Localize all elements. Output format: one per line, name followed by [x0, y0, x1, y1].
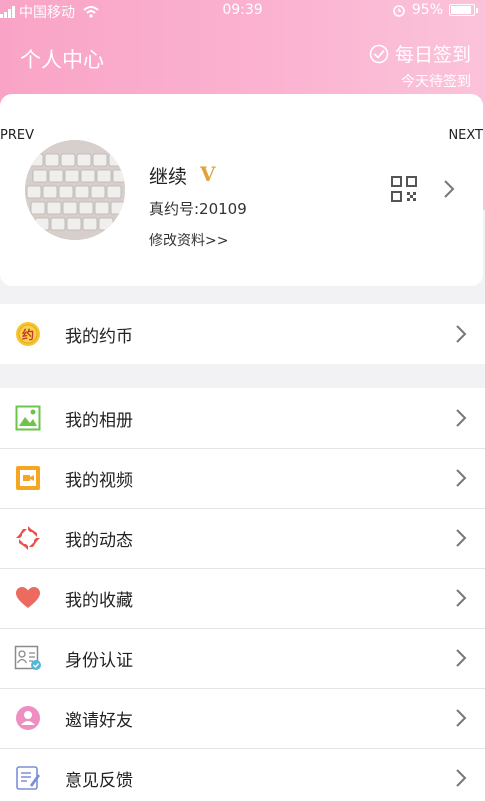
video-icon — [14, 464, 42, 492]
chevron-right-icon — [456, 325, 467, 343]
coins-section: 约 我的约币 — [0, 304, 485, 364]
menu-item-label: 我的相册 — [65, 410, 133, 431]
menu-item-label: 我的收藏 — [65, 590, 133, 611]
chevron-right-icon — [456, 649, 467, 667]
page-title: 个人中心 — [20, 48, 104, 72]
qr-code-icon[interactable] — [390, 175, 418, 203]
avatar[interactable] — [25, 140, 125, 240]
menu-item-album[interactable]: 我的相册 — [0, 388, 485, 448]
menu-item-invite[interactable]: 邀请好友 — [0, 688, 485, 748]
menu-item-verification[interactable]: 身份认证 — [0, 628, 485, 688]
battery-percent: 95% — [411, 2, 443, 18]
checkin-status: 今天待签到 — [401, 74, 471, 90]
chevron-right-icon — [456, 589, 467, 607]
battery-icon — [449, 4, 478, 16]
status-bar: 中国移动 09:39 95% — [0, 0, 485, 22]
prev-button[interactable]: PREV — [0, 128, 34, 143]
menu-item-coins[interactable]: 约 我的约币 — [0, 304, 485, 364]
coin-icon: 约 — [14, 320, 42, 348]
profile-chevron-right-icon[interactable] — [441, 178, 457, 200]
menu-item-favorites[interactable]: 我的收藏 — [0, 568, 485, 628]
menu-list: 我的相册 我的视频 我的动态 我的收藏 身份认证 邀请好友 意见反馈 — [0, 388, 485, 801]
keyboard-photo — [25, 140, 125, 240]
feedback-icon — [14, 764, 42, 792]
invite-friend-icon — [14, 704, 42, 732]
menu-item-label: 我的约币 — [65, 326, 133, 347]
photo-album-icon — [14, 404, 42, 432]
menu-item-label: 身份认证 — [65, 650, 133, 671]
daily-checkin-button[interactable]: 每日签到 今天待签到 — [369, 40, 471, 91]
id-card-icon — [14, 644, 42, 672]
coin-icon-text: 约 — [21, 327, 34, 342]
chevron-right-icon — [456, 709, 467, 727]
heart-icon — [14, 584, 42, 612]
menu-item-label: 邀请好友 — [65, 710, 133, 731]
moments-icon — [14, 524, 42, 552]
menu-item-label: 意见反馈 — [65, 770, 133, 791]
edit-profile-link[interactable]: 修改资料>> — [149, 230, 228, 250]
next-button[interactable]: NEXT — [448, 128, 483, 143]
user-id: 真约号:20109 — [149, 200, 247, 218]
menu-item-video[interactable]: 我的视频 — [0, 448, 485, 508]
menu-item-label: 我的视频 — [65, 470, 133, 491]
alarm-icon — [393, 5, 405, 17]
nickname: 继续 — [149, 166, 188, 188]
menu-item-label: 我的动态 — [65, 530, 133, 551]
checkin-label: 每日签到 — [394, 44, 471, 66]
menu-item-feedback[interactable]: 意见反馈 — [0, 748, 485, 801]
chevron-right-icon — [456, 769, 467, 787]
chevron-right-icon — [456, 529, 467, 547]
menu-item-moments[interactable]: 我的动态 — [0, 508, 485, 568]
chevron-right-icon — [456, 409, 467, 427]
chevron-right-icon — [456, 469, 467, 487]
check-circle-icon — [369, 44, 389, 63]
vip-badge: V — [200, 162, 216, 186]
